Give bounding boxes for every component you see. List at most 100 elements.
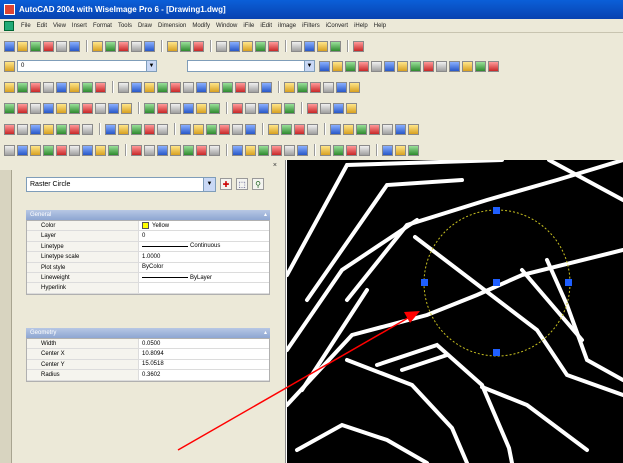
toolbar-button-icon[interactable] [108,102,119,114]
toolbar-button-icon[interactable] [43,102,54,114]
toolbar-button-icon[interactable] [232,123,243,135]
toolbar-button-icon[interactable] [284,102,295,114]
toolbar-button-icon[interactable] [95,81,106,93]
toolbar-button-icon[interactable] [346,102,357,114]
toolbar-button-icon[interactable] [255,40,266,52]
toolbar-button-icon[interactable] [384,60,395,72]
toolbar-button-icon[interactable] [43,40,54,52]
palette-title-strip[interactable] [0,170,12,463]
toolbar-button-icon[interactable] [92,40,103,52]
toolbar-button-icon[interactable] [245,102,256,114]
toolbar-button-icon[interactable] [105,40,116,52]
property-row[interactable]: Linetype Continuous [27,241,269,253]
toolbar-button-icon[interactable] [144,81,155,93]
toolbar-button-icon[interactable] [69,102,80,114]
toolbar-button-icon[interactable] [69,40,80,52]
toolbar-button-icon[interactable] [307,123,318,135]
toolbar-button-icon[interactable] [297,81,308,93]
toolbar-button-icon[interactable] [209,102,220,114]
toolbar-button-icon[interactable] [261,81,272,93]
toolbar-button-icon[interactable] [4,102,15,114]
toolbar-button-icon[interactable] [436,60,447,72]
toolbar-button-icon[interactable] [144,144,155,156]
toolbar-button-icon[interactable] [336,81,347,93]
toolbar-button-icon[interactable] [131,123,142,135]
property-row[interactable]: Color Yellow [27,221,269,232]
layer-combo[interactable]: 0 ▼ [17,60,157,72]
property-row[interactable]: Width 0.0500 [27,339,269,350]
property-row[interactable]: Radius 0.3602 [27,370,269,381]
menu-item[interactable]: iFilters [299,23,323,29]
property-value[interactable]: 0.0500 [139,339,269,348]
menu-item[interactable]: Help [371,23,389,29]
color-combo[interactable]: ▼ [187,60,315,72]
toolbar-button-icon[interactable] [170,81,181,93]
toolbar-button-icon[interactable] [219,123,230,135]
menu-item[interactable]: Modify [189,23,213,29]
toolbar-button-icon[interactable] [242,40,253,52]
chevron-down-icon[interactable]: ▼ [203,178,215,191]
menu-item[interactable]: File [18,23,34,29]
pickadd-toggle-icon[interactable]: ✚ [220,178,232,190]
property-value[interactable]: ByLayer [139,273,269,282]
toolbar-button-icon[interactable] [330,40,341,52]
toolbar-button-icon[interactable] [17,144,28,156]
toolbar-button-icon[interactable] [359,144,370,156]
toolbar-button-icon[interactable] [258,102,269,114]
property-value[interactable]: ByColor [139,263,269,272]
menu-item[interactable]: View [50,23,69,29]
property-row[interactable]: Center Y 15.0518 [27,359,269,371]
toolbar-button-icon[interactable] [82,144,93,156]
property-value[interactable]: Continuous [139,242,269,251]
toolbar-button-icon[interactable] [183,81,194,93]
menu-item[interactable]: iImage [275,23,299,29]
grip-center[interactable] [493,279,500,286]
toolbar-button-icon[interactable] [248,81,259,93]
toolbar-button-icon[interactable] [193,123,204,135]
toolbar-button-icon[interactable] [307,102,318,114]
toolbar-button-icon[interactable] [17,102,28,114]
toolbar-button-icon[interactable] [475,60,486,72]
toolbar-button-icon[interactable] [333,144,344,156]
menu-item[interactable]: iConvert [323,23,351,29]
toolbar-button-icon[interactable] [319,60,330,72]
toolbar-button-icon[interactable] [131,81,142,93]
toolbar-button-icon[interactable] [284,81,295,93]
toolbar-button-icon[interactable] [30,102,41,114]
toolbar-button-icon[interactable] [232,102,243,114]
close-icon[interactable]: × [273,162,277,169]
grip-right[interactable] [565,279,572,286]
toolbar-button-icon[interactable] [382,144,393,156]
toolbar-button-icon[interactable] [170,144,181,156]
toolbar-button-icon[interactable] [82,102,93,114]
toolbar-button-icon[interactable] [157,102,168,114]
toolbar-button-icon[interactable] [410,60,421,72]
toolbar-button-icon[interactable] [180,40,191,52]
toolbar-button-icon[interactable] [108,144,119,156]
menu-item[interactable]: Window [213,23,240,29]
toolbar-button-icon[interactable] [196,81,207,93]
toolbar-button-icon[interactable] [30,123,41,135]
toolbar-button-icon[interactable] [346,144,357,156]
toolbar-button-icon[interactable] [382,123,393,135]
toolbar-button-icon[interactable] [232,144,243,156]
toolbar-button-icon[interactable] [69,123,80,135]
toolbar-button-icon[interactable] [395,144,406,156]
menu-item[interactable]: Draw [135,23,155,29]
property-row[interactable]: Center X 10.8094 [27,349,269,360]
toolbar-button-icon[interactable] [82,81,93,93]
toolbar-button-icon[interactable] [284,144,295,156]
toolbar-button-icon[interactable] [317,40,328,52]
toolbar-button-icon[interactable] [371,60,382,72]
toolbar-button-icon[interactable] [4,81,15,93]
toolbar-button-icon[interactable] [323,81,334,93]
toolbar-button-icon[interactable] [209,144,220,156]
toolbar-button-icon[interactable] [291,40,302,52]
toolbar-button-icon[interactable] [206,123,217,135]
toolbar-button-icon[interactable] [56,144,67,156]
section-general[interactable]: General ▴ [26,210,270,220]
toolbar-button-icon[interactable] [245,123,256,135]
toolbar-button-icon[interactable] [235,81,246,93]
toolbar-button-icon[interactable] [4,40,15,52]
grip-left[interactable] [421,279,428,286]
